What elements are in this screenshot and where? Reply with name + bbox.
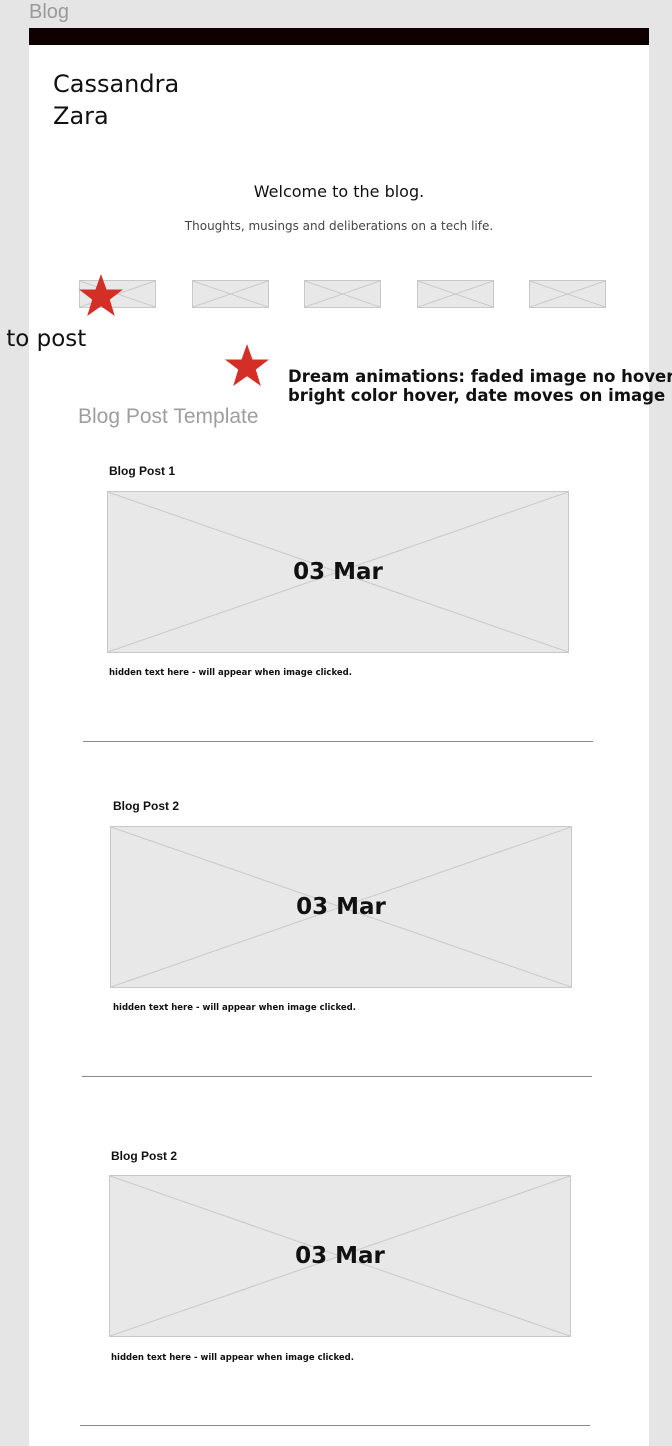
post-thumbnail-5[interactable]	[529, 280, 606, 308]
post-title-2: Blog Post 2	[113, 799, 180, 813]
template-label: Blog Post Template	[78, 405, 259, 428]
post-date-2: 03 Mar	[296, 894, 386, 920]
link-to-post-note: nk to post	[0, 326, 87, 352]
post-hidden-text-1: hidden text here - will appear when imag…	[109, 668, 352, 678]
post-divider	[83, 741, 593, 742]
post-thumbnail-3[interactable]	[304, 280, 381, 308]
frame-label: Blog	[29, 1, 70, 23]
post-title-3: Blog Post 2	[111, 1149, 178, 1163]
post-hidden-text-3: hidden text here - will appear when imag…	[111, 1353, 354, 1363]
site-title[interactable]: Cassandra Zara	[53, 68, 253, 132]
dream-note-line-2: bright color hover, date moves on image	[288, 386, 666, 405]
post-image-2[interactable]: 03 Mar	[110, 826, 572, 988]
post-divider	[82, 1076, 592, 1077]
image-placeholder-icon	[305, 281, 380, 307]
post-date-3: 03 Mar	[295, 1243, 385, 1269]
site-title-line-1: Cassandra	[53, 70, 180, 98]
image-placeholder-icon	[530, 281, 605, 307]
post-title-1: Blog Post 1	[109, 464, 176, 478]
post-divider	[80, 1425, 590, 1426]
post-date-1: 03 Mar	[293, 559, 383, 585]
star-annotation-icon	[225, 344, 269, 386]
post-hidden-text-2: hidden text here - will appear when imag…	[113, 1003, 356, 1013]
dream-animations-note: Dream animations: faded image no hover b…	[288, 367, 672, 405]
image-placeholder-icon	[193, 281, 268, 307]
post-image-3[interactable]: 03 Mar	[109, 1175, 571, 1337]
tagline: Thoughts, musings and deliberations on a…	[184, 219, 494, 233]
star-annotation-icon	[79, 274, 123, 316]
top-bar	[29, 28, 649, 45]
post-thumbnail-2[interactable]	[192, 280, 269, 308]
post-image-1[interactable]: 03 Mar	[107, 491, 569, 653]
site-title-line-2: Zara	[53, 102, 109, 130]
blog-page: Cassandra Zara Welcome to the blog. Thou…	[29, 28, 672, 1446]
dream-note-line-1: Dream animations: faded image no hover	[288, 367, 672, 386]
welcome-heading: Welcome to the blog.	[253, 182, 425, 201]
image-placeholder-icon	[418, 281, 493, 307]
post-thumbnail-4[interactable]	[417, 280, 494, 308]
